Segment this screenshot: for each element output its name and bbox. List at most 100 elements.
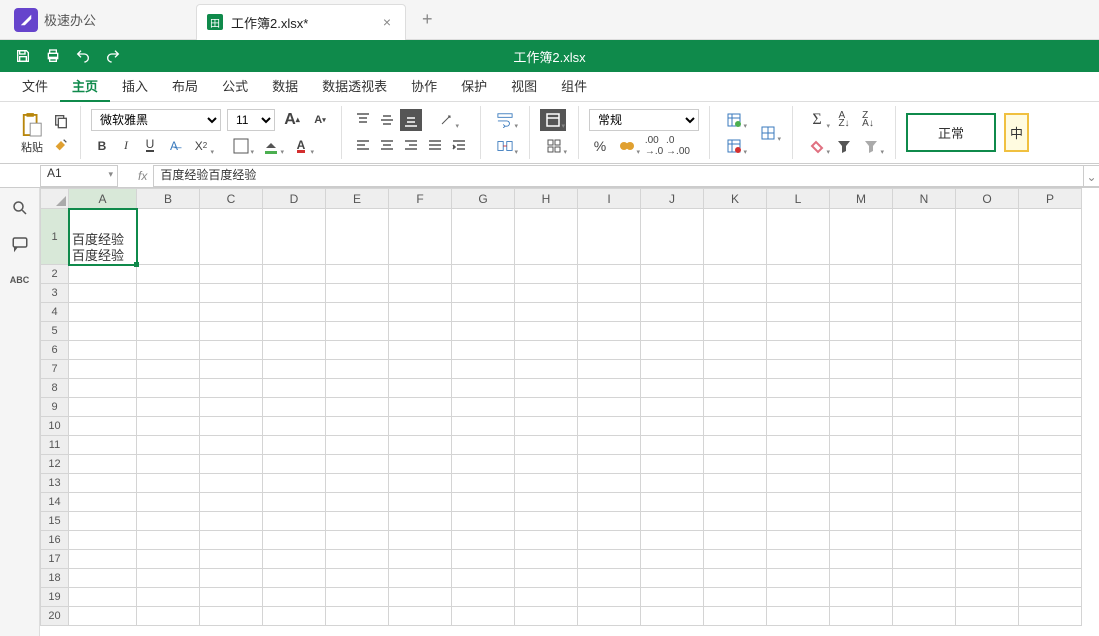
cell[interactable]: [263, 209, 326, 265]
cell[interactable]: [1019, 550, 1082, 569]
cell[interactable]: [893, 209, 956, 265]
cell[interactable]: [830, 303, 893, 322]
cell[interactable]: [389, 588, 452, 607]
cell[interactable]: [767, 531, 830, 550]
cell[interactable]: [578, 550, 641, 569]
cell[interactable]: [641, 455, 704, 474]
document-tab[interactable]: 田 工作簿2.xlsx* ×: [196, 4, 406, 40]
cell[interactable]: [767, 398, 830, 417]
cell[interactable]: [767, 569, 830, 588]
cell[interactable]: [452, 493, 515, 512]
cell[interactable]: [515, 474, 578, 493]
cell[interactable]: [956, 284, 1019, 303]
column-header[interactable]: L: [767, 189, 830, 209]
cell[interactable]: [515, 265, 578, 284]
column-header[interactable]: I: [578, 189, 641, 209]
cell[interactable]: [1019, 512, 1082, 531]
cell[interactable]: [200, 474, 263, 493]
cell[interactable]: [69, 303, 137, 322]
cell[interactable]: [452, 303, 515, 322]
align-left-icon[interactable]: [352, 135, 374, 157]
cell[interactable]: [956, 512, 1019, 531]
cell[interactable]: [956, 588, 1019, 607]
cell[interactable]: [1019, 455, 1082, 474]
column-header[interactable]: M: [830, 189, 893, 209]
cell[interactable]: [515, 398, 578, 417]
cell[interactable]: [69, 322, 137, 341]
cell[interactable]: [326, 209, 389, 265]
column-header[interactable]: B: [137, 189, 200, 209]
cell[interactable]: [830, 209, 893, 265]
cell[interactable]: [200, 209, 263, 265]
cell[interactable]: [69, 474, 137, 493]
cell[interactable]: [137, 379, 200, 398]
cell[interactable]: [704, 360, 767, 379]
cell[interactable]: [956, 417, 1019, 436]
column-header[interactable]: O: [956, 189, 1019, 209]
currency-button[interactable]: [613, 135, 641, 157]
cell[interactable]: [515, 436, 578, 455]
row-header[interactable]: 4: [41, 303, 69, 322]
font-size-select[interactable]: 11: [227, 109, 275, 131]
cell[interactable]: [200, 455, 263, 474]
cell[interactable]: [767, 550, 830, 569]
cell[interactable]: [137, 322, 200, 341]
cell[interactable]: [137, 531, 200, 550]
cell[interactable]: [69, 265, 137, 284]
row-header[interactable]: 2: [41, 265, 69, 284]
cell[interactable]: [326, 417, 389, 436]
row-header[interactable]: 16: [41, 531, 69, 550]
italic-button[interactable]: I: [115, 135, 137, 157]
cell[interactable]: [704, 379, 767, 398]
cell[interactable]: [200, 531, 263, 550]
define-name-button[interactable]: [540, 135, 568, 157]
print-icon[interactable]: [38, 48, 68, 64]
cell[interactable]: [641, 284, 704, 303]
cell[interactable]: [326, 455, 389, 474]
cell[interactable]: [704, 512, 767, 531]
copy-icon[interactable]: [52, 112, 70, 130]
cell[interactable]: [515, 379, 578, 398]
cell[interactable]: [893, 550, 956, 569]
cell[interactable]: [137, 417, 200, 436]
cell[interactable]: [515, 284, 578, 303]
cell[interactable]: [515, 455, 578, 474]
strikethrough-button[interactable]: A̶: [163, 135, 185, 157]
cell[interactable]: [515, 607, 578, 626]
cell[interactable]: [893, 303, 956, 322]
cell[interactable]: [830, 455, 893, 474]
cell[interactable]: [137, 493, 200, 512]
cell[interactable]: [641, 607, 704, 626]
cell[interactable]: [452, 531, 515, 550]
menu-item[interactable]: 保护: [449, 72, 499, 102]
cell[interactable]: [956, 474, 1019, 493]
cell[interactable]: [893, 398, 956, 417]
cell[interactable]: [389, 436, 452, 455]
row-header[interactable]: 11: [41, 436, 69, 455]
cell[interactable]: [326, 493, 389, 512]
cell[interactable]: [704, 493, 767, 512]
cell[interactable]: [704, 455, 767, 474]
cell[interactable]: [200, 322, 263, 341]
cell[interactable]: [389, 531, 452, 550]
cell[interactable]: [578, 474, 641, 493]
comment-icon[interactable]: [10, 234, 30, 254]
cell[interactable]: [326, 265, 389, 284]
cell[interactable]: [1019, 209, 1082, 265]
cell[interactable]: [641, 474, 704, 493]
cell[interactable]: [137, 303, 200, 322]
cell[interactable]: [767, 474, 830, 493]
cell[interactable]: [69, 588, 137, 607]
cell[interactable]: [767, 512, 830, 531]
cell[interactable]: [956, 265, 1019, 284]
cell[interactable]: [1019, 607, 1082, 626]
cell[interactable]: [263, 550, 326, 569]
cell[interactable]: [956, 303, 1019, 322]
column-header[interactable]: K: [704, 189, 767, 209]
percent-button[interactable]: %: [589, 135, 611, 157]
decrease-font-icon[interactable]: A▾: [309, 109, 331, 131]
cell[interactable]: [767, 436, 830, 455]
cell[interactable]: [389, 341, 452, 360]
cell[interactable]: [767, 493, 830, 512]
cell[interactable]: [830, 265, 893, 284]
